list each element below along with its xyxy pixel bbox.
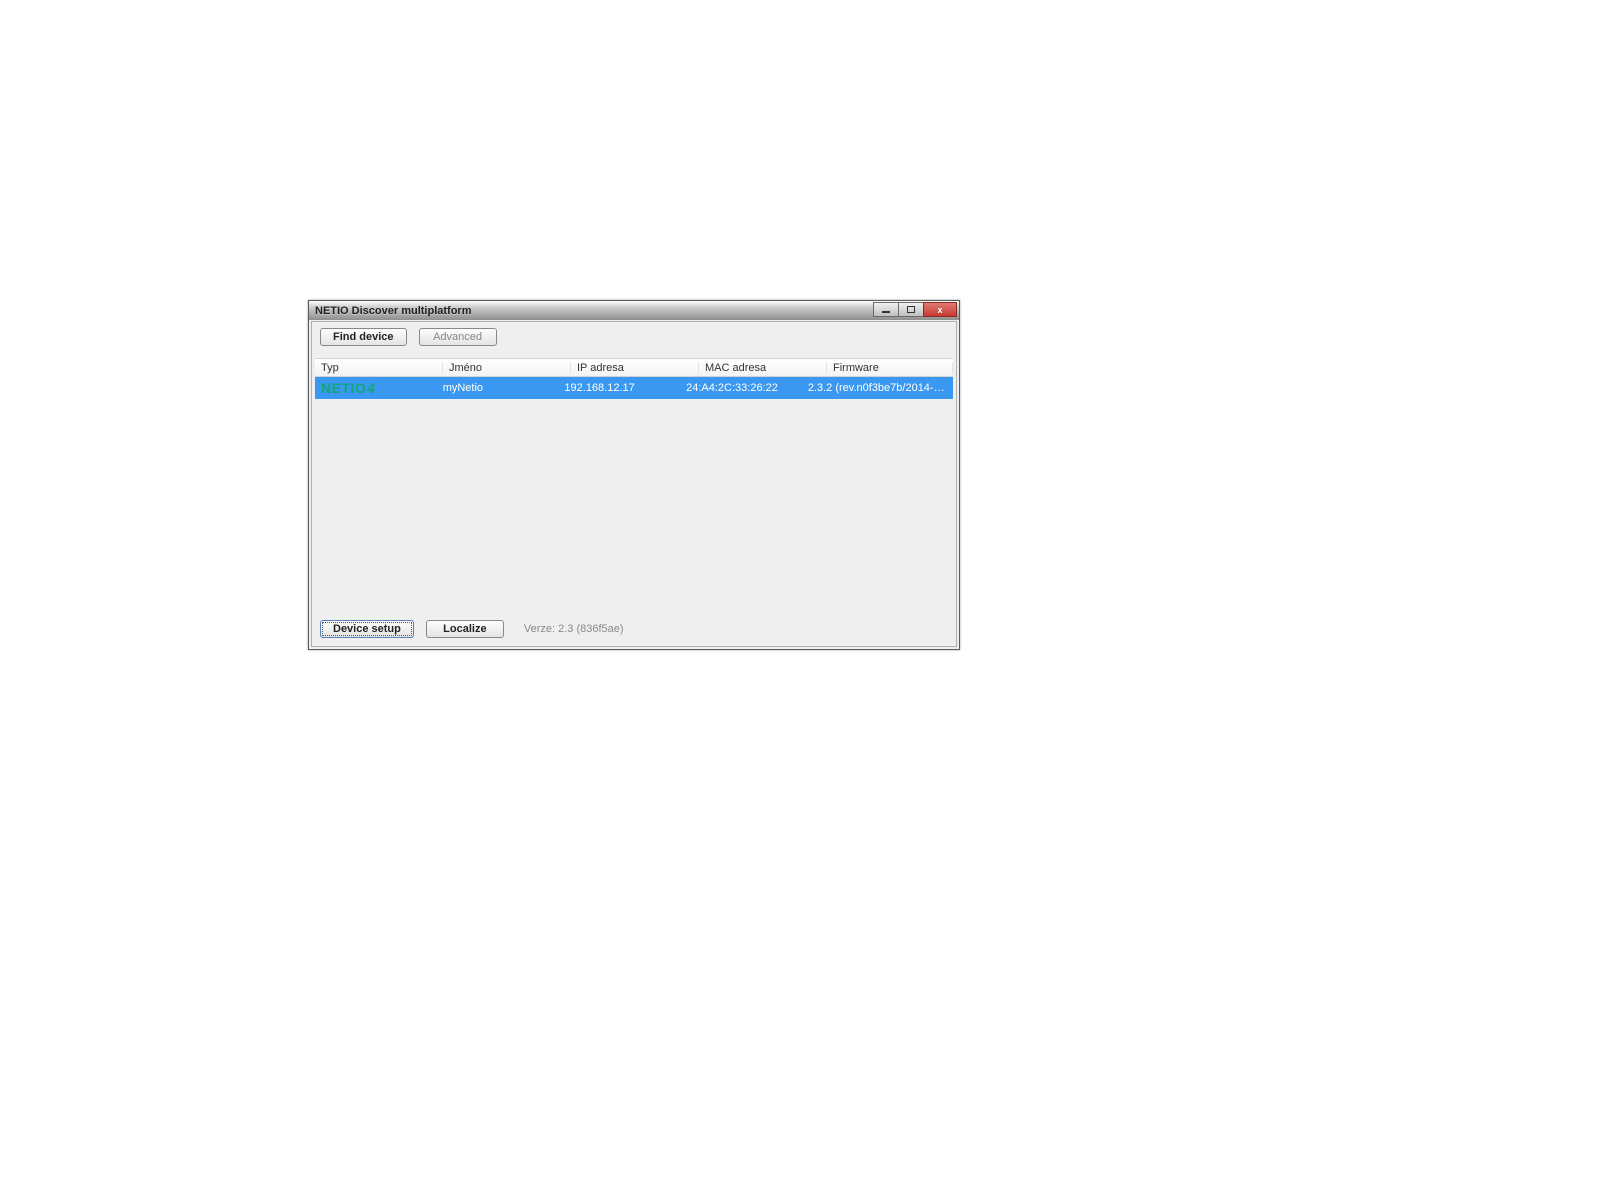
window-body: Find device Advanced Typ Jméno IP adresa…	[311, 321, 957, 647]
toolbar-top: Find device Advanced	[312, 322, 956, 352]
col-ip[interactable]: IP adresa	[571, 362, 699, 374]
col-mac[interactable]: MAC adresa	[699, 362, 827, 374]
device-setup-button[interactable]: Device setup	[320, 620, 414, 638]
table-header: Typ Jméno IP adresa MAC adresa Firmware	[315, 359, 953, 377]
titlebar[interactable]: NETIO Discover multiplatform x	[309, 301, 959, 320]
device-table: Typ Jméno IP adresa MAC adresa Firmware …	[315, 358, 953, 612]
find-device-button[interactable]: Find device	[320, 328, 407, 346]
window-title: NETIO Discover multiplatform	[315, 305, 471, 317]
col-firmware[interactable]: Firmware	[827, 362, 953, 374]
cell-firmware: 2.3.2 (rev.n0f3be7b/2014-07...	[802, 382, 953, 394]
logo-suffix: 4	[367, 380, 375, 396]
cell-mac: 24:A4:2C:33:26:22	[680, 382, 802, 394]
logo-text: NETIO	[321, 380, 366, 396]
maximize-button[interactable]	[898, 302, 924, 317]
toolbar-bottom: Device setup Localize Verze: 2.3 (836f5a…	[312, 614, 956, 646]
table-row[interactable]: NETIO4 myNetio 192.168.12.17 24:A4:2C:33…	[315, 377, 953, 399]
close-button[interactable]: x	[923, 302, 957, 317]
window-controls: x	[874, 302, 957, 317]
app-window: NETIO Discover multiplatform x Find devi…	[308, 300, 960, 650]
col-typ[interactable]: Typ	[315, 362, 443, 374]
cell-ip: 192.168.12.17	[558, 382, 680, 394]
cell-jmeno: myNetio	[437, 382, 559, 394]
localize-button[interactable]: Localize	[426, 620, 504, 638]
col-jmeno[interactable]: Jméno	[443, 362, 571, 374]
netio-logo-icon: NETIO4	[321, 380, 431, 396]
minimize-button[interactable]	[873, 302, 899, 317]
cell-typ: NETIO4	[315, 380, 437, 396]
version-label: Verze: 2.3 (836f5ae)	[524, 623, 624, 635]
advanced-button[interactable]: Advanced	[419, 328, 497, 346]
